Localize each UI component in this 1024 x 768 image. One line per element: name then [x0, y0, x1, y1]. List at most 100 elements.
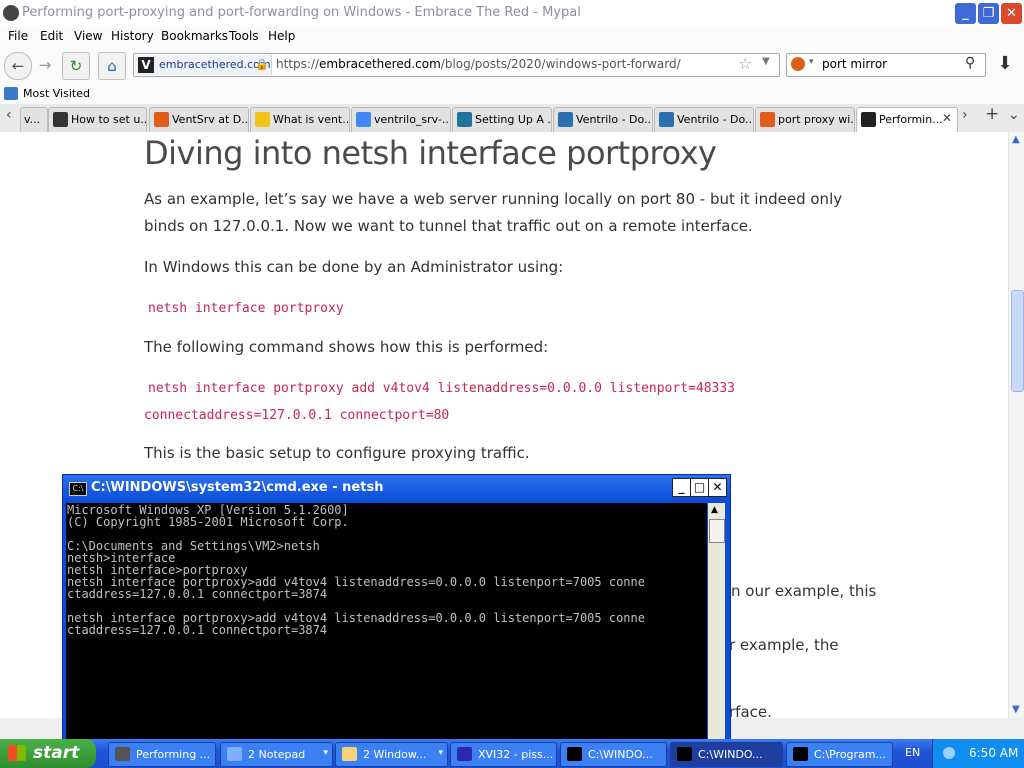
- system-tray: 6:50 AM: [932, 739, 1024, 768]
- browser-tab[interactable]: v...: [20, 107, 48, 132]
- page-scrollbar[interactable]: ▲ ▼: [1008, 132, 1024, 718]
- most-visited-icon: [4, 87, 18, 100]
- menu-history[interactable]: History: [111, 29, 154, 43]
- maximize-button[interactable]: ❐: [978, 3, 999, 24]
- search-box[interactable]: ▾ port mirror ⚲: [786, 53, 986, 77]
- tab-favicon-icon: [558, 112, 573, 127]
- tab-favicon-icon: [861, 112, 876, 127]
- menu-tools[interactable]: Tools: [229, 29, 259, 43]
- navigation-toolbar: ← → ↻ ⌂ V embracethered.com 🔒 https://em…: [0, 46, 1024, 84]
- taskbar-button-label: C:\WINDO...: [698, 748, 763, 761]
- tab-label: ventrilo_srv-...: [374, 113, 451, 126]
- cmd-scroll-up-icon[interactable]: ▲: [711, 505, 718, 515]
- close-button[interactable]: ✕: [1001, 3, 1022, 24]
- address-bar[interactable]: V embracethered.com 🔒 https://embracethe…: [133, 53, 780, 77]
- paragraph-command: The following command shows how this is …: [144, 338, 549, 356]
- cmd-window[interactable]: C:\ C:\WINDOWS\system32\cmd.exe - netsh …: [62, 474, 731, 739]
- download-arrow-icon: ⬇: [997, 53, 1013, 74]
- forward-arrow-icon: →: [38, 56, 52, 74]
- start-button[interactable]: start: [0, 739, 96, 768]
- taskbar-app-icon: [457, 747, 472, 761]
- scroll-up-icon[interactable]: ▲: [1012, 134, 1020, 145]
- taskbar-button[interactable]: 2 Window... ▾: [335, 742, 448, 767]
- browser-tab[interactable]: Setting Up A ...: [452, 107, 552, 132]
- tab-label: Ventrilo - Do...: [576, 113, 653, 126]
- taskbar-button[interactable]: XVI32 - piss...: [450, 742, 557, 767]
- cmd-maximize-button[interactable]: □: [690, 478, 709, 497]
- search-engine-dropdown-icon[interactable]: ▾: [809, 57, 814, 67]
- menu-file[interactable]: File: [8, 29, 28, 43]
- tab-scroll-right-icon[interactable]: ›: [962, 107, 968, 123]
- cmd-close-button[interactable]: ✕: [708, 478, 727, 497]
- taskbar-button[interactable]: Performing ...: [108, 742, 216, 767]
- search-engine-icon[interactable]: [791, 57, 805, 71]
- scroll-down-icon[interactable]: ▼: [1012, 704, 1020, 715]
- new-tab-icon[interactable]: +: [985, 104, 999, 124]
- url-text[interactable]: https://embracethered.com/blog/posts/202…: [276, 57, 681, 71]
- search-input[interactable]: port mirror: [822, 57, 887, 71]
- tab-favicon-icon: [53, 112, 68, 127]
- tab-list-icon[interactable]: ⌄: [1008, 107, 1020, 123]
- reload-icon: ↻: [69, 57, 83, 75]
- taskbar-app-icon: [567, 747, 582, 761]
- menu-bookmarks[interactable]: Bookmarks: [161, 29, 228, 43]
- cmd-scrollbar[interactable]: ▲: [708, 503, 725, 739]
- tab-close-icon[interactable]: ✕: [942, 111, 952, 125]
- cmd-console[interactable]: Microsoft Windows XP [Version 5.1.2600] …: [66, 503, 707, 739]
- text-fragment-3: rface.: [729, 703, 772, 718]
- menu-view[interactable]: View: [74, 29, 102, 43]
- taskbar-button[interactable]: C:\Program...: [786, 742, 893, 767]
- cmd-minimize-button[interactable]: _: [672, 478, 691, 497]
- back-arrow-icon: ←: [11, 57, 25, 75]
- tab-favicon-icon: [255, 112, 270, 127]
- browser-tab[interactable]: Ventrilo - Do...: [654, 107, 754, 132]
- scrollbar-thumb[interactable]: [1011, 290, 1024, 392]
- taskbar-button[interactable]: 2 Notepad ▾: [220, 742, 333, 767]
- home-icon: ⌂: [107, 57, 117, 75]
- code-add-line2: connectaddress=127.0.0.1 connectport=80: [144, 408, 450, 423]
- cmd-scroll-thumb[interactable]: [709, 519, 725, 543]
- tab-label: Performin...: [879, 113, 943, 126]
- minimize-button[interactable]: _: [955, 3, 976, 24]
- back-button[interactable]: ←: [4, 52, 32, 80]
- taskbar-app-icon: [115, 747, 130, 761]
- search-icon[interactable]: ⚲: [965, 55, 975, 71]
- taskbar-button[interactable]: C:\WINDO...: [670, 742, 783, 767]
- browser-tab[interactable]: Ventrilo - Do...: [553, 107, 653, 132]
- taskbar-button-label: 2 Window...: [363, 748, 427, 761]
- menu-help[interactable]: Help: [268, 29, 295, 43]
- taskbar-button-label: XVI32 - piss...: [478, 748, 554, 761]
- tab-label: v...: [24, 113, 41, 126]
- most-visited-bookmark[interactable]: Most Visited: [23, 87, 90, 100]
- menu-bar: File Edit View History Bookmarks Tools H…: [0, 27, 1024, 46]
- bookmark-star-icon[interactable]: ☆: [738, 54, 752, 73]
- text-fragment-2: r example, the: [729, 636, 839, 654]
- browser-tab[interactable]: port proxy wi...: [755, 107, 855, 132]
- browser-tab[interactable]: Performin... ✕: [856, 107, 958, 132]
- tab-scroll-left-icon[interactable]: ‹: [6, 107, 12, 123]
- cmd-icon: C:\: [69, 482, 87, 496]
- tab-favicon-icon: [356, 112, 371, 127]
- taskbar-button[interactable]: C:\WINDO...: [560, 742, 667, 767]
- browser-tab[interactable]: ventrilo_srv-...: [351, 107, 451, 132]
- cmd-title-bar[interactable]: C:\ C:\WINDOWS\system32\cmd.exe - netsh …: [63, 475, 730, 501]
- taskbar-app-icon: [342, 747, 357, 761]
- tab-label: What is vent...: [273, 113, 350, 126]
- windows-flag-icon: [8, 745, 26, 761]
- language-indicator[interactable]: EN: [905, 746, 920, 759]
- cmd-output: Microsoft Windows XP [Version 5.1.2600] …: [67, 503, 645, 637]
- downloads-button[interactable]: ⬇: [992, 53, 1018, 77]
- tray-icon[interactable]: [943, 747, 955, 759]
- taskbar-button-label: C:\WINDO...: [588, 748, 653, 761]
- forward-button[interactable]: →: [32, 52, 58, 78]
- browser-tab[interactable]: How to set u...: [48, 107, 147, 132]
- window-title-bar[interactable]: Performing port-proxying and port-forwar…: [0, 0, 1024, 27]
- home-button[interactable]: ⌂: [98, 52, 126, 80]
- reload-button[interactable]: ↻: [62, 52, 90, 80]
- browser-tab[interactable]: VentSrv at D...: [149, 107, 249, 132]
- taskbar-app-icon: [793, 747, 808, 761]
- site-identity[interactable]: V embracethered.com 🔒: [135, 55, 272, 75]
- browser-tab[interactable]: What is vent...: [250, 107, 350, 132]
- menu-edit[interactable]: Edit: [40, 29, 63, 43]
- url-dropdown-icon[interactable]: ▼: [762, 56, 770, 67]
